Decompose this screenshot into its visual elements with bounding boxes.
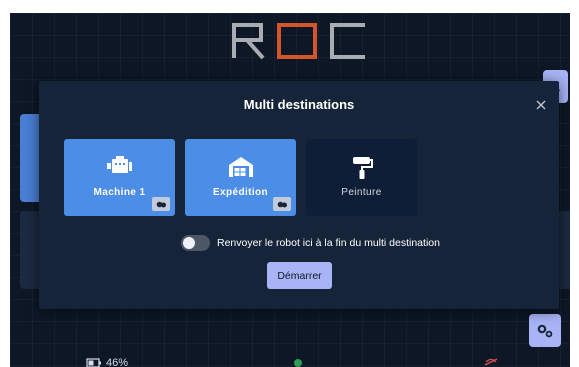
robot-badge (152, 197, 170, 211)
wifi-status (484, 357, 498, 367)
engine-icon (106, 156, 132, 173)
settings-button[interactable] (529, 314, 561, 347)
return-robot-toggle[interactable] (181, 235, 210, 251)
destination-tile-machine-1[interactable]: Machine 1 (64, 139, 175, 216)
destination-label: Peinture (341, 187, 382, 198)
app-screen: 46% Multi destinations Machine 1 Expédit… (10, 13, 570, 367)
dialog-title: Multi destinations (243, 97, 355, 112)
status-dot-icon (294, 359, 302, 367)
battery-icon (86, 358, 101, 367)
paint-roller-icon (352, 157, 373, 179)
close-icon[interactable] (535, 99, 547, 111)
start-button[interactable]: Démarrer (267, 262, 332, 289)
toggle-knob (183, 237, 195, 249)
warehouse-icon (228, 157, 253, 177)
wifi-off-icon (484, 358, 498, 366)
robot-badge-icon (156, 201, 166, 207)
robot-badge (273, 197, 291, 211)
destination-tile-peinture[interactable]: Peinture (306, 139, 417, 216)
destination-tile-expedition[interactable]: Expédition (185, 139, 296, 216)
multi-destinations-dialog: Multi destinations Machine 1 Expédition … (39, 81, 559, 309)
toggle-label: Renvoyer le robot ici à la fin du multi … (217, 237, 440, 249)
return-robot-toggle-row: Renvoyer le robot ici à la fin du multi … (181, 235, 440, 251)
connection-status (293, 357, 303, 367)
battery-percentage: 46% (106, 357, 129, 367)
roc-logo (232, 23, 365, 60)
gears-icon (537, 324, 553, 337)
robot-badge-icon (277, 201, 287, 207)
battery-status: 46% (86, 357, 128, 367)
